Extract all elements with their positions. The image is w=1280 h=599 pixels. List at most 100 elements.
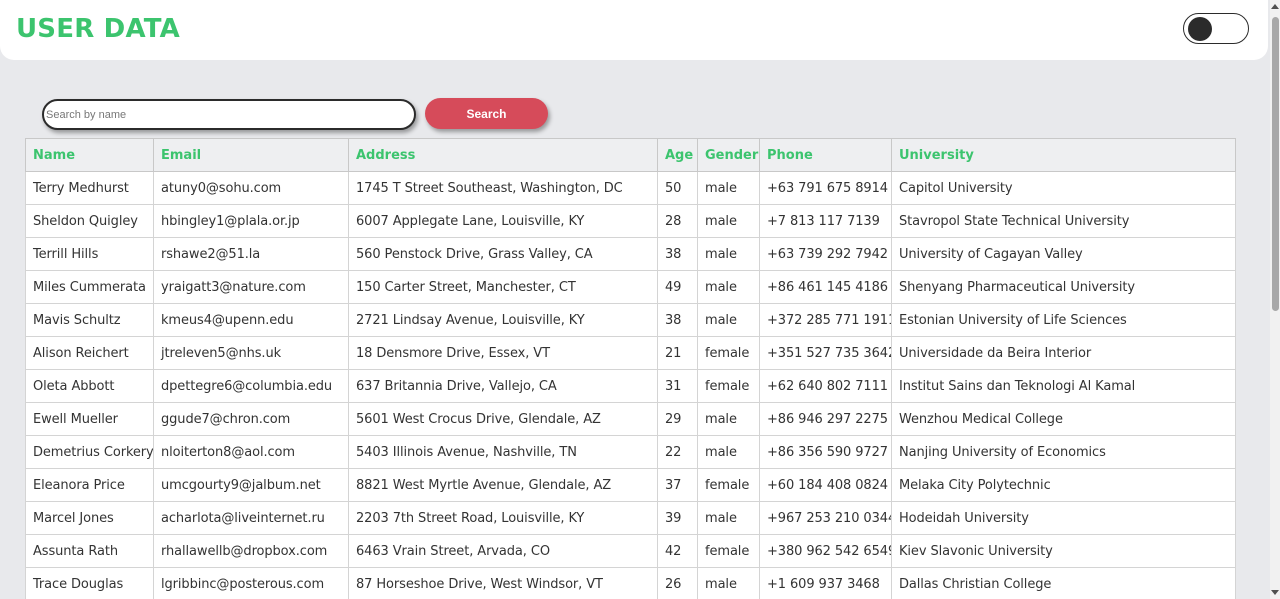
cell-name: Oleta Abbott bbox=[25, 369, 154, 403]
table-header-row: Name Email Address Age Gender Phone University bbox=[25, 138, 1236, 172]
cell-university: Nanjing University of Economics bbox=[891, 435, 1236, 469]
cell-age: 39 bbox=[657, 501, 698, 535]
cell-address: 150 Carter Street, Manchester, CT bbox=[348, 270, 658, 304]
search-button[interactable]: Search bbox=[425, 98, 548, 129]
cell-age: 42 bbox=[657, 534, 698, 568]
cell-name: Terrill Hills bbox=[25, 237, 154, 271]
cell-gender: female bbox=[697, 336, 760, 370]
cell-university: Kiev Slavonic University bbox=[891, 534, 1236, 568]
cell-phone: +86 356 590 9727 bbox=[759, 435, 892, 469]
cell-phone: +7 813 117 7139 bbox=[759, 204, 892, 238]
column-header-email: Email bbox=[153, 138, 349, 172]
column-header-phone: Phone bbox=[759, 138, 892, 172]
cell-gender: female bbox=[697, 369, 760, 403]
cell-university: Shenyang Pharmaceutical University bbox=[891, 270, 1236, 304]
cell-gender: male bbox=[697, 501, 760, 535]
vertical-scrollbar[interactable] bbox=[1270, 0, 1280, 599]
table-row: Trace Douglas lgribbinc@posterous.com 87 H… bbox=[25, 567, 1236, 599]
cell-university: Stavropol State Technical University bbox=[891, 204, 1236, 238]
cell-phone: +63 791 675 8914 bbox=[759, 171, 892, 205]
cell-address: 18 Densmore Drive, Essex, VT bbox=[348, 336, 658, 370]
cell-address: 637 Britannia Drive, Vallejo, CA bbox=[348, 369, 658, 403]
cell-name: Miles Cummerata bbox=[25, 270, 154, 304]
table-row: Demetrius Corkery nloiterton8@aol.com 5403… bbox=[25, 435, 1236, 469]
cell-email: nloiterton8@aol.com bbox=[153, 435, 349, 469]
table-row: Terry Medhurst atuny0@sohu.com 1745 T Stre… bbox=[25, 171, 1236, 205]
cell-address: 6463 Vrain Street, Arvada, CO bbox=[348, 534, 658, 568]
cell-gender: female bbox=[697, 468, 760, 502]
cell-address: 2721 Lindsay Avenue, Louisville, KY bbox=[348, 303, 658, 337]
toggle-knob-icon bbox=[1188, 17, 1212, 41]
cell-address: 5403 Illinois Avenue, Nashville, TN bbox=[348, 435, 658, 469]
cell-age: 26 bbox=[657, 567, 698, 599]
cell-email: hbingley1@plala.or.jp bbox=[153, 204, 349, 238]
table-row: Eleanora Price umcgourty9@jalbum.net 8821 … bbox=[25, 468, 1236, 502]
cell-address: 1745 T Street Southeast, Washington, DC bbox=[348, 171, 658, 205]
cell-university: University of Cagayan Valley bbox=[891, 237, 1236, 271]
cell-age: 38 bbox=[657, 237, 698, 271]
search-input[interactable] bbox=[42, 99, 416, 130]
cell-email: jtreleven5@nhs.uk bbox=[153, 336, 349, 370]
cell-name: Sheldon Quigley bbox=[25, 204, 154, 238]
cell-address: 560 Penstock Drive, Grass Valley, CA bbox=[348, 237, 658, 271]
cell-email: ggude7@chron.com bbox=[153, 402, 349, 436]
cell-university: Wenzhou Medical College bbox=[891, 402, 1236, 436]
scroll-down-icon[interactable] bbox=[1271, 590, 1279, 595]
cell-university: Hodeidah University bbox=[891, 501, 1236, 535]
cell-name: Assunta Rath bbox=[25, 534, 154, 568]
column-header-address: Address bbox=[348, 138, 658, 172]
cell-phone: +86 461 145 4186 bbox=[759, 270, 892, 304]
cell-gender: male bbox=[697, 270, 760, 304]
column-header-university: University bbox=[891, 138, 1236, 172]
cell-gender: male bbox=[697, 171, 760, 205]
cell-address: 87 Horseshoe Drive, West Windsor, VT bbox=[348, 567, 658, 599]
table-row: Alison Reichert jtreleven5@nhs.uk 18 Densm… bbox=[25, 336, 1236, 370]
cell-address: 2203 7th Street Road, Louisville, KY bbox=[348, 501, 658, 535]
table-row: Miles Cummerata yraigatt3@nature.com 150 C… bbox=[25, 270, 1236, 304]
cell-phone: +86 946 297 2275 bbox=[759, 402, 892, 436]
cell-phone: +63 739 292 7942 bbox=[759, 237, 892, 271]
table-row: Ewell Mueller ggude7@chron.com 5601 West C… bbox=[25, 402, 1236, 436]
cell-gender: male bbox=[697, 402, 760, 436]
cell-name: Terry Medhurst bbox=[25, 171, 154, 205]
cell-age: 28 bbox=[657, 204, 698, 238]
user-table: Name Email Address Age Gender Phone University… bbox=[25, 138, 1236, 599]
cell-age: 22 bbox=[657, 435, 698, 469]
cell-gender: male bbox=[697, 303, 760, 337]
cell-name: Ewell Mueller bbox=[25, 402, 154, 436]
cell-email: dpettegre6@columbia.edu bbox=[153, 369, 349, 403]
cell-email: yraigatt3@nature.com bbox=[153, 270, 349, 304]
cell-email: kmeus4@upenn.edu bbox=[153, 303, 349, 337]
cell-university: Dallas Christian College bbox=[891, 567, 1236, 599]
cell-phone: +967 253 210 0344 bbox=[759, 501, 892, 535]
table-body: Terry Medhurst atuny0@sohu.com 1745 T Stre… bbox=[25, 171, 1236, 599]
app-title: USER DATA bbox=[16, 14, 180, 44]
cell-gender: male bbox=[697, 204, 760, 238]
cell-phone: +60 184 408 0824 bbox=[759, 468, 892, 502]
scroll-up-icon[interactable] bbox=[1271, 4, 1279, 9]
cell-age: 50 bbox=[657, 171, 698, 205]
scroll-thumb[interactable] bbox=[1272, 17, 1279, 311]
column-header-gender: Gender bbox=[697, 138, 760, 172]
cell-age: 37 bbox=[657, 468, 698, 502]
cell-university: Universidade da Beira Interior bbox=[891, 336, 1236, 370]
table-row: Sheldon Quigley hbingley1@plala.or.jp 6007… bbox=[25, 204, 1236, 238]
theme-toggle-switch[interactable] bbox=[1183, 13, 1249, 44]
cell-name: Mavis Schultz bbox=[25, 303, 154, 337]
cell-phone: +1 609 937 3468 bbox=[759, 567, 892, 599]
column-header-age: Age bbox=[657, 138, 698, 172]
cell-university: Melaka City Polytechnic bbox=[891, 468, 1236, 502]
cell-email: umcgourty9@jalbum.net bbox=[153, 468, 349, 502]
cell-university: Institut Sains dan Teknologi Al Kamal bbox=[891, 369, 1236, 403]
cell-name: Marcel Jones bbox=[25, 501, 154, 535]
page: USER DATA Search NameEmailAddressAgeGend… bbox=[0, 0, 1270, 599]
cell-gender: female bbox=[697, 534, 760, 568]
column-header-name: Name bbox=[25, 138, 154, 172]
cell-phone: +351 527 735 3642 bbox=[759, 336, 892, 370]
table-row: Mavis Schultz kmeus4@upenn.edu 2721 Lindsa… bbox=[25, 303, 1236, 337]
cell-phone: +62 640 802 7111 bbox=[759, 369, 892, 403]
cell-email: lgribbinc@posterous.com bbox=[153, 567, 349, 599]
cell-email: rshawe2@51.la bbox=[153, 237, 349, 271]
cell-address: 6007 Applegate Lane, Louisville, KY bbox=[348, 204, 658, 238]
user-table-container: Name Email Address Age Gender Phone University… bbox=[25, 138, 1236, 599]
